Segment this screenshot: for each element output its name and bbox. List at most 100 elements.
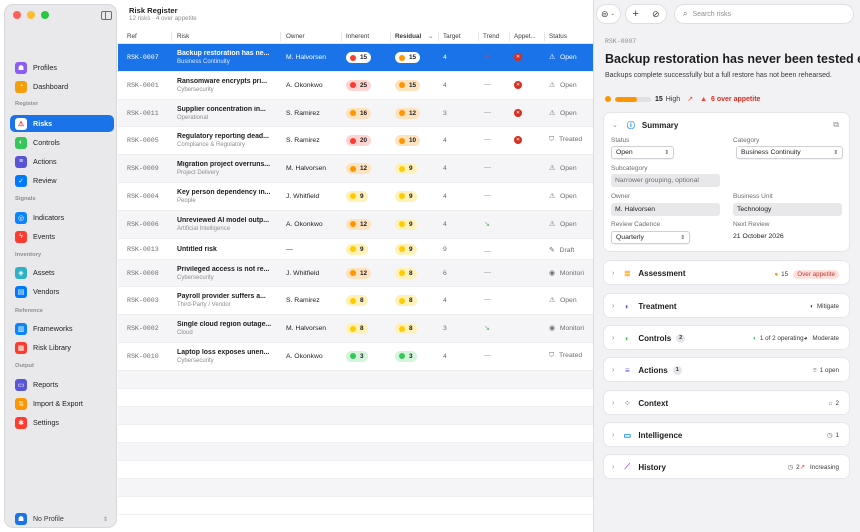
sidebar-item-assets[interactable]: ◈ Assets <box>10 264 114 281</box>
sidebar-item-import-export[interactable]: ⇅ Import & Export <box>10 395 114 412</box>
warning-icon: ⚠ <box>549 165 557 173</box>
next-review-value[interactable]: 21 October 2026 <box>733 233 784 240</box>
check-circle-icon[interactable]: ⊘ <box>652 9 660 20</box>
residual-score: 8 <box>395 267 417 279</box>
section-header[interactable]: › ⟋ History <box>612 462 666 472</box>
table-row[interactable]: RSK-0008 Privileged access is not re... Cy… <box>118 259 593 288</box>
table-row[interactable]: RSK-0009 Migration project overruns... Pro… <box>118 155 593 183</box>
sidebar-item-label: Frameworks <box>33 324 73 333</box>
chevron-right-icon: › <box>612 399 615 407</box>
section-controls[interactable]: › ◐ Controls 2 ◐ 1 of 2 operating ◕ Moderate <box>603 325 850 350</box>
section-treatment[interactable]: › ◐ Treatment ◐ Mitigate <box>603 293 850 318</box>
sidebar-item-events[interactable]: ϟ Events <box>10 228 114 245</box>
sidebar-toggle-icon[interactable] <box>101 11 112 20</box>
section-assessment[interactable]: › ≣ Assessment ● 15 Over appetite <box>603 260 850 285</box>
table-row[interactable]: RSK-0002 Single cloud region outage... Clo… <box>118 315 593 343</box>
detail-description[interactable]: Backups complete successfully but a full… <box>605 71 845 81</box>
section-header[interactable]: › ◐ Controls 2 <box>612 333 686 343</box>
table-row[interactable]: RSK-0007 Backup restoration has ne... Busi… <box>118 44 593 72</box>
minimize-window-button[interactable] <box>27 11 35 19</box>
status-text: Draft <box>559 246 575 254</box>
copy-icon[interactable]: ⧉ <box>833 120 839 130</box>
table-row[interactable]: RSK-0006 Unreviewed AI model outp... Artif… <box>118 210 593 239</box>
section-intelligence[interactable]: › ▭ Intelligence ◷ 1 <box>603 422 850 447</box>
sidebar-item-vendors[interactable]: ▤ Vendors <box>10 283 114 300</box>
section-summary-value: 15 <box>781 271 789 278</box>
owner-field[interactable]: M. Halvorsen <box>611 203 720 216</box>
section-header[interactable]: › ▭ Intelligence <box>612 430 682 440</box>
sidebar-item-risks[interactable]: ⚠ Risks <box>10 115 114 132</box>
risk-category: Cybersecurity <box>177 357 214 364</box>
filter-menu-button[interactable]: ⊜ ⌄ <box>596 4 621 24</box>
risk-category: Cybersecurity <box>177 274 214 281</box>
target-score: 4 <box>443 54 447 61</box>
cube-icon: ◈ <box>15 266 27 279</box>
column-header-target[interactable]: Target <box>443 33 461 40</box>
section-header[interactable]: › ≣ Assessment <box>612 268 685 278</box>
sidebar-item-profiles[interactable]: ☗ Profiles <box>10 59 114 76</box>
risk-ref: RSK-0011 <box>127 109 159 117</box>
summary-header[interactable]: ⌄ ⓘ Summary <box>612 120 678 130</box>
clock-icon: ◷ <box>826 432 833 439</box>
section-context[interactable]: › ⁘ Context ⌂ 2 <box>603 390 850 415</box>
column-header-appetite[interactable]: Appet... <box>514 33 536 40</box>
sidebar-item-reports[interactable]: ▭ Reports <box>10 376 114 393</box>
close-window-button[interactable] <box>13 11 21 19</box>
table-row[interactable]: RSK-0003 Payroll provider suffers a... Thi… <box>118 287 593 316</box>
search-placeholder: Search risks <box>692 10 731 18</box>
sidebar-item-review[interactable]: ✓ Review <box>10 172 114 189</box>
sidebar-item-controls[interactable]: ◐ Controls <box>10 134 114 151</box>
sidebar-item-indicators[interactable]: ◎ Indicators <box>10 209 114 226</box>
sidebar-item-risk-library[interactable]: ▦ Risk Library <box>10 339 114 356</box>
search-input[interactable]: ⌕ Search risks <box>674 4 854 24</box>
risk-category: People <box>177 197 196 204</box>
severity-dot <box>399 165 405 172</box>
add-icon[interactable]: + <box>633 8 639 20</box>
detail-title[interactable]: Backup restoration has never been tested… <box>605 52 860 66</box>
column-header-ref[interactable]: Ref <box>127 33 137 40</box>
trend-flat-icon: — <box>484 351 491 359</box>
column-header-status[interactable]: Status <box>549 33 567 40</box>
status-select[interactable]: Open ⇕ <box>611 146 674 159</box>
sidebar-item-actions[interactable]: ≡ Actions <box>10 153 114 170</box>
table-row[interactable]: RSK-0001 Ransomware encrypts pri... Cybers… <box>118 72 593 100</box>
sidebar-item-dashboard[interactable]: ◔ Dashboard <box>10 78 114 95</box>
column-header-risk[interactable]: Risk <box>177 33 189 40</box>
column-header-trend[interactable]: Trend <box>483 33 499 40</box>
column-header-residual[interactable]: Residual <box>395 33 421 40</box>
chevron-updown-icon: ⇕ <box>102 516 108 523</box>
table-row[interactable]: RSK-0011 Supplier concentration in... Oper… <box>118 99 593 128</box>
list-icon: ≡ <box>813 367 817 374</box>
residual-score-value: 10 <box>409 137 417 145</box>
risk-ref: RSK-0001 <box>127 81 159 89</box>
column-header-owner[interactable]: Owner <box>286 33 305 40</box>
severity-dot <box>399 193 405 200</box>
section-actions[interactable]: › ≡ Actions 1 ≡ 1 open <box>603 357 850 382</box>
inherent-score-value: 8 <box>360 297 364 305</box>
empty-row <box>118 442 593 461</box>
subcategory-field[interactable]: Narrower grouping, optional <box>611 174 720 187</box>
section-header[interactable]: › ◐ Treatment <box>612 301 677 311</box>
chevron-updown-icon: ⇕ <box>680 234 685 241</box>
sort-descending-icon[interactable]: ⌄ <box>428 33 433 40</box>
category-select[interactable]: Business Continuity ⇕ <box>736 146 843 159</box>
zoom-window-button[interactable] <box>41 11 49 19</box>
business-unit-field[interactable]: Technology <box>733 203 842 216</box>
section-summary: ◐ Mitigate <box>810 303 839 310</box>
section-history[interactable]: › ⟋ History ◷ 2 ↗ Increasing <box>603 454 850 479</box>
table-row[interactable]: RSK-0004 Key person dependency in... Peopl… <box>118 183 593 211</box>
section-header[interactable]: › ≡ Actions 1 <box>612 365 682 375</box>
profile-selector[interactable]: ☗ No Profile ⇕ <box>10 510 114 528</box>
table-row[interactable]: RSK-0013 Untitled risk — 9 9 9 — ✎ Draft <box>118 239 593 260</box>
over-appetite-text: 6 over appetite <box>711 95 761 103</box>
sidebar-item-frameworks[interactable]: ▥ Frameworks <box>10 320 114 337</box>
section-header[interactable]: › ⁘ Context <box>612 398 668 408</box>
sidebar-item-label: Import & Export <box>33 399 83 408</box>
severity-dot <box>399 297 405 304</box>
review-cadence-select[interactable]: Quarterly ⇕ <box>611 231 690 244</box>
section-title: Controls <box>638 333 672 343</box>
table-row[interactable]: RSK-0005 Regulatory reporting dead... Comp… <box>118 127 593 156</box>
column-header-inherent[interactable]: Inherent <box>346 33 369 40</box>
sidebar-item-settings[interactable]: ✱ Settings <box>10 414 114 431</box>
table-row[interactable]: RSK-0010 Laptop loss exposes unen... Cyber… <box>118 343 593 371</box>
